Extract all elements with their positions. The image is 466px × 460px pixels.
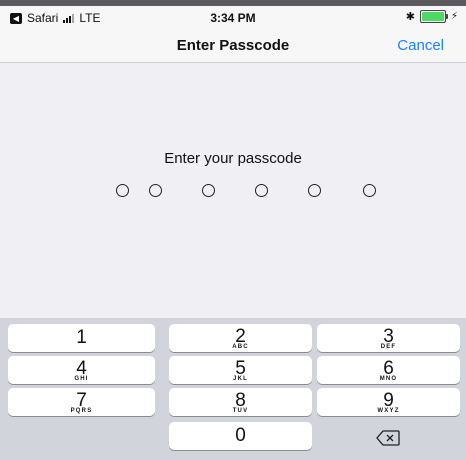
key-letters: DEF (380, 344, 397, 350)
key-digit: 1 (76, 327, 87, 348)
cancel-button[interactable]: Cancel (397, 37, 444, 54)
battery-fill (421, 12, 444, 21)
passcode-dot (202, 184, 215, 197)
key-4[interactable]: 4 GHI (8, 356, 155, 384)
status-right: ✱ ⚡ (406, 10, 458, 23)
key-2[interactable]: 2 ABC (169, 324, 312, 352)
key-letters: PQRS (70, 408, 93, 414)
key-letters: ABC (232, 344, 249, 350)
page-title: Enter Passcode (176, 37, 290, 54)
backspace-icon[interactable] (376, 430, 400, 451)
key-letters: JKL (233, 376, 248, 382)
key-letters: MNO (379, 376, 398, 382)
passcode-dot (255, 184, 268, 197)
status-bar: ◀ Safari LTE 3:34 PM ✱ ⚡ (0, 6, 466, 30)
charging-icon: ⚡ (450, 11, 458, 22)
passcode-dot (308, 184, 321, 197)
status-time: 3:34 PM (210, 11, 256, 25)
key-7[interactable]: 7 PQRS (8, 388, 155, 416)
key-letters: GHI (74, 376, 89, 382)
key-letters: WXYZ (377, 408, 400, 414)
key-5[interactable]: 5 JKL (169, 356, 312, 384)
passcode-dot (116, 184, 129, 197)
passcode-dot (363, 184, 376, 197)
battery-icon (419, 10, 448, 23)
key-9[interactable]: 9 WXYZ (317, 388, 460, 416)
numeric-keypad: 1 2 ABC 3 DEF 4 GHI 5 JKL 6 MNO 7 PQRS 8 TUV 9 WXYZ 0 (0, 318, 466, 460)
passcode-prompt: Enter your passcode (164, 150, 302, 167)
key-letters: TUV (232, 408, 249, 414)
passcode-dot (149, 184, 162, 197)
passcode-dots (0, 183, 466, 203)
key-8[interactable]: 8 TUV (169, 388, 312, 416)
key-3[interactable]: 3 DEF (317, 324, 460, 352)
passcode-screen: ◀ Safari LTE 3:34 PM ✱ ⚡ Enter Passcode … (0, 0, 466, 460)
bluetooth-icon: ✱ (405, 11, 415, 23)
key-digit: 0 (235, 425, 246, 446)
navigation-bar: Enter Passcode Cancel (0, 30, 466, 63)
passcode-content: Enter your passcode (0, 63, 466, 318)
key-1[interactable]: 1 (8, 324, 155, 352)
key-0[interactable]: 0 (169, 422, 312, 450)
key-6[interactable]: 6 MNO (317, 356, 460, 384)
